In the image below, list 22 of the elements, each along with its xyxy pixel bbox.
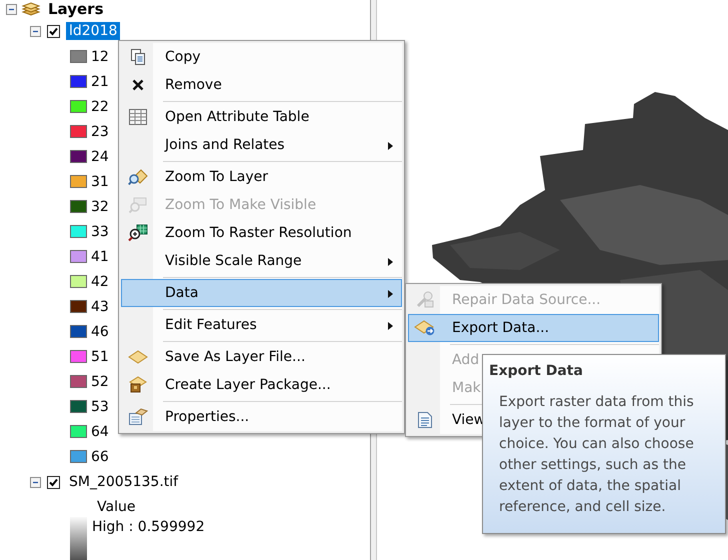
legend-label: 24 (91, 148, 109, 164)
legend-label: 33 (91, 224, 109, 240)
legend-label: 64 (91, 424, 109, 440)
tooltip-text: Export raster data from this layer to the format of your choice. You can also choose other settings, such as the extent of data, the spatial reference, and cell size. (498, 393, 695, 517)
legend-label: 32 (91, 198, 109, 214)
legend-label: 52 (91, 374, 109, 390)
legend-label: 51 (91, 348, 109, 364)
legend-label: 41 (91, 248, 109, 264)
legend-label: 53 (91, 398, 109, 414)
legend-label: 22 (91, 98, 109, 114)
legend-field: Value (97, 499, 136, 515)
tooltip-title: Export Data (489, 363, 584, 379)
layers-title: Layers (48, 0, 104, 18)
legend-label: 21 (91, 74, 109, 90)
legend-label: 46 (91, 324, 109, 340)
legend-label: 31 (91, 174, 109, 190)
legend-label: 42 (91, 274, 109, 290)
legend-label: 23 (91, 124, 109, 140)
legend-label: 66 (91, 448, 109, 464)
legend-label: 12 (91, 48, 109, 64)
legend-label: High : 0.599992 (92, 519, 205, 535)
legend-label: 43 (91, 298, 109, 314)
